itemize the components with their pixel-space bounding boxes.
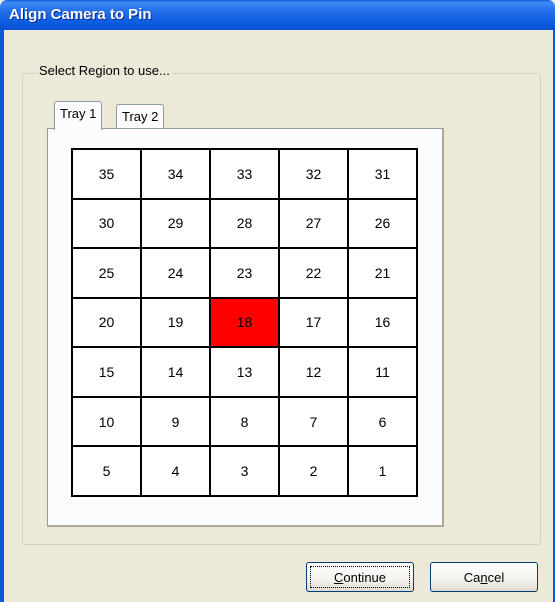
region-cell-28[interactable]: 28 bbox=[211, 199, 278, 248]
region-cell-14[interactable]: 14 bbox=[142, 348, 209, 396]
region-cell-24[interactable]: 24 bbox=[142, 249, 209, 297]
region-cell-29[interactable]: 29 bbox=[142, 199, 209, 248]
region-cell-34[interactable]: 34 bbox=[142, 150, 209, 198]
region-cell-33[interactable]: 33 bbox=[211, 150, 278, 198]
region-cell-35[interactable]: 35 bbox=[73, 150, 140, 198]
region-cell-10[interactable]: 10 bbox=[73, 397, 140, 446]
region-group-label: Select Region to use... bbox=[36, 63, 173, 78]
region-cell-12[interactable]: 12 bbox=[280, 348, 347, 396]
region-cell-15[interactable]: 15 bbox=[73, 348, 140, 396]
align-camera-dialog: Align Camera to Pin Select Region to use… bbox=[0, 0, 555, 602]
region-cell-17[interactable]: 17 bbox=[280, 298, 347, 347]
window-title: Align Camera to Pin bbox=[9, 6, 152, 23]
continue-button[interactable]: Continue bbox=[306, 562, 414, 592]
region-cell-23[interactable]: 23 bbox=[211, 249, 278, 297]
region-cell-31[interactable]: 31 bbox=[349, 150, 416, 198]
region-cell-7[interactable]: 7 bbox=[280, 397, 347, 446]
region-cell-5[interactable]: 5 bbox=[73, 447, 140, 495]
window-border-left bbox=[0, 30, 4, 602]
region-cell-19[interactable]: 19 bbox=[142, 298, 209, 347]
region-cell-3[interactable]: 3 bbox=[211, 447, 278, 495]
title-bar[interactable]: Align Camera to Pin bbox=[0, 0, 555, 30]
region-cell-20[interactable]: 20 bbox=[73, 298, 140, 347]
region-cell-30[interactable]: 30 bbox=[73, 199, 140, 248]
region-cell-8[interactable]: 8 bbox=[211, 397, 278, 446]
continue-button-label: Continue bbox=[333, 569, 387, 585]
region-cell-26[interactable]: 26 bbox=[349, 199, 416, 248]
region-cell-6[interactable]: 6 bbox=[349, 397, 416, 446]
cancel-button[interactable]: Cancel bbox=[430, 562, 538, 592]
tab-tray-2[interactable]: Tray 2 bbox=[116, 104, 165, 130]
region-cell-16[interactable]: 16 bbox=[349, 298, 416, 347]
region-cell-9[interactable]: 9 bbox=[142, 397, 209, 446]
region-cell-4[interactable]: 4 bbox=[142, 447, 209, 495]
region-cell-1[interactable]: 1 bbox=[349, 447, 416, 495]
region-cell-13[interactable]: 13 bbox=[211, 348, 278, 396]
region-cell-27[interactable]: 27 bbox=[280, 199, 347, 248]
region-grid: 35 34 33 32 31 30 29 28 27 26 25 24 23 22 21 20 19 18 17 16… bbox=[71, 148, 418, 497]
region-cell-2[interactable]: 2 bbox=[280, 447, 347, 495]
region-cell-32[interactable]: 32 bbox=[280, 150, 347, 198]
region-cell-18[interactable]: 18 bbox=[211, 298, 278, 347]
region-cell-22[interactable]: 22 bbox=[280, 249, 347, 297]
tab-tray-1[interactable]: Tray 1 bbox=[54, 101, 103, 130]
region-cell-11[interactable]: 11 bbox=[349, 348, 416, 396]
cancel-button-label: Cancel bbox=[463, 569, 505, 585]
region-cell-25[interactable]: 25 bbox=[73, 249, 140, 297]
region-cell-21[interactable]: 21 bbox=[349, 249, 416, 297]
